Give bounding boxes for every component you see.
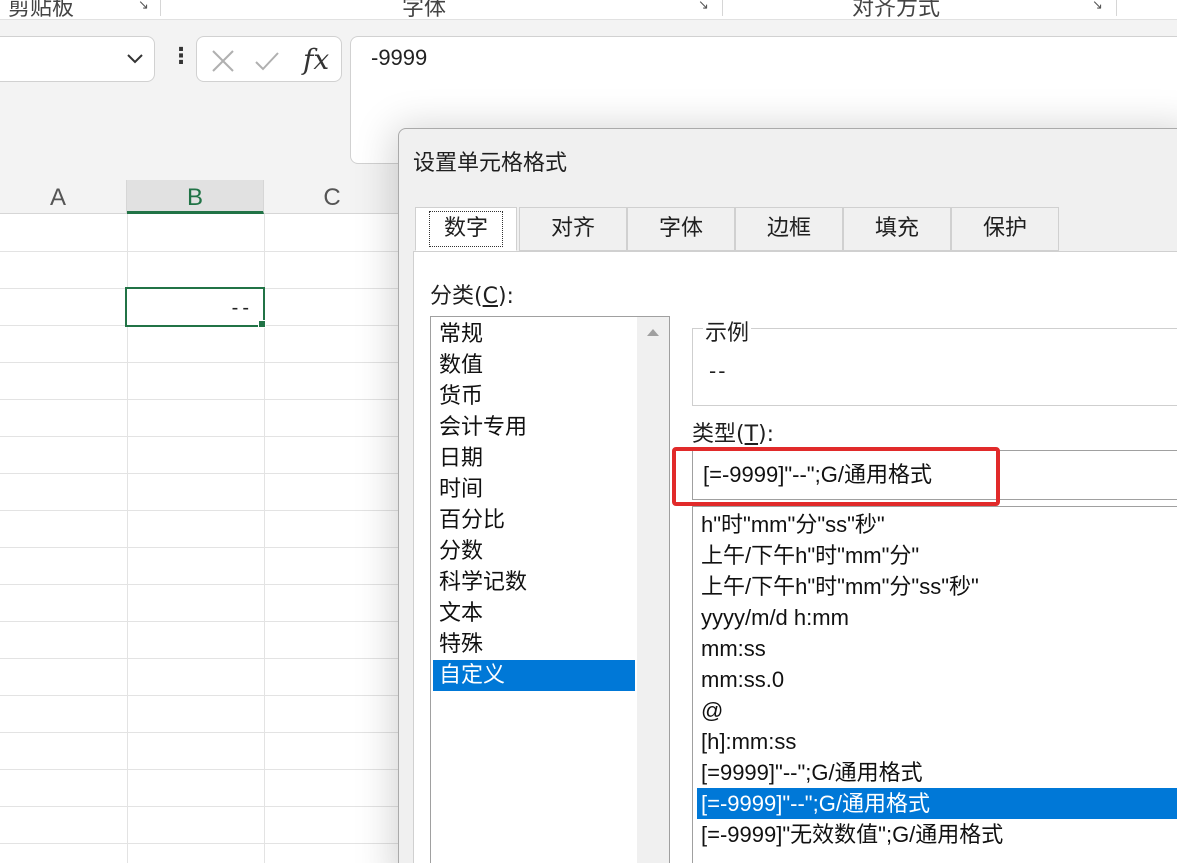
- ribbon-group-strip: 剪贴板 ↘ 字体 ↘ 对齐方式 ↘: [0, 0, 1177, 21]
- tab-font[interactable]: 字体: [627, 207, 735, 251]
- type-label: 类型(T):: [692, 422, 775, 447]
- ribbon-group-alignment-label: 对齐方式: [852, 0, 941, 21]
- scroll-up-button[interactable]: [637, 317, 669, 349]
- category-item-special[interactable]: 特殊: [433, 629, 635, 660]
- category-item-general[interactable]: 常规: [433, 319, 635, 350]
- tab-border[interactable]: 边框: [735, 207, 843, 251]
- column-header-c[interactable]: C: [264, 180, 401, 214]
- category-item-scientific[interactable]: 科学记数: [433, 567, 635, 598]
- sample-value: --: [709, 359, 728, 383]
- group-separator: [722, 0, 723, 16]
- category-label: 分类(C):: [430, 284, 514, 309]
- tab-alignment[interactable]: 对齐: [519, 207, 627, 251]
- type-format-list[interactable]: h"时"mm"分"ss"秒" 上午/下午h"时"mm"分" 上午/下午h"时"m…: [692, 506, 1177, 863]
- number-tab-panel: 分类(C): 常规 数值 货币 会计专用 日期 时间 百分比 分数 科学记数 文…: [413, 251, 1177, 863]
- type-list-item[interactable]: [=9999]"--";G/通用格式: [697, 757, 1177, 788]
- sample-label: 示例: [703, 315, 752, 347]
- clipboard-launcher-icon[interactable]: ↘: [138, 0, 154, 13]
- type-list-item[interactable]: h"时"mm"分"ss"秒": [697, 509, 1177, 540]
- group-separator: [160, 0, 161, 16]
- dialog-title: 设置单元格格式: [413, 151, 568, 176]
- column-header-b[interactable]: B: [127, 180, 264, 214]
- category-item-date[interactable]: 日期: [433, 443, 635, 474]
- insert-function-icon[interactable]: fx: [303, 43, 329, 76]
- type-list-item[interactable]: yyyy/m/d h:mm: [697, 602, 1177, 633]
- alignment-launcher-icon[interactable]: ↘: [1092, 0, 1108, 13]
- type-list-item[interactable]: 上午/下午h"时"mm"分": [697, 540, 1177, 571]
- category-item-percentage[interactable]: 百分比: [433, 505, 635, 536]
- tab-number[interactable]: 数字: [415, 207, 517, 251]
- category-item-currency[interactable]: 货币: [433, 381, 635, 412]
- tab-fill[interactable]: 填充: [843, 207, 951, 251]
- excel-window: 剪贴板 ↘ 字体 ↘ 对齐方式 ↘ ⋮ fx -9999 A B C -- 设置…: [0, 0, 1177, 863]
- font-launcher-icon[interactable]: ↘: [698, 0, 714, 13]
- category-scrollbar[interactable]: [637, 317, 669, 863]
- ribbon-group-clipboard-label: 剪贴板: [8, 0, 75, 21]
- category-item-accounting[interactable]: 会计专用: [433, 412, 635, 443]
- tab-protection[interactable]: 保护: [951, 207, 1059, 251]
- cancel-icon[interactable]: [209, 47, 237, 75]
- type-list-item[interactable]: mm:ss: [697, 633, 1177, 664]
- category-item-number[interactable]: 数值: [433, 350, 635, 381]
- category-item-custom[interactable]: 自定义: [433, 660, 635, 691]
- type-list-item[interactable]: 上午/下午h"时"mm"分"ss"秒": [697, 571, 1177, 602]
- ribbon-group-font-label: 字体: [402, 0, 447, 21]
- chevron-down-icon[interactable]: [124, 47, 146, 69]
- type-list-item[interactable]: [=-9999]"无效数值";G/通用格式: [697, 819, 1177, 850]
- scroll-up-arrow-icon: [647, 329, 659, 336]
- type-list-item[interactable]: [h]:mm:ss: [697, 726, 1177, 757]
- format-cells-dialog: 设置单元格格式 数字 对齐 字体 边框 填充 保护 分类(C): 常规 数值 货…: [398, 128, 1177, 863]
- category-item-time[interactable]: 时间: [433, 474, 635, 505]
- column-header-a[interactable]: A: [0, 180, 127, 214]
- active-cell-b[interactable]: --: [125, 287, 265, 327]
- fill-handle[interactable]: [258, 320, 266, 328]
- category-item-text[interactable]: 文本: [433, 598, 635, 629]
- type-format-input[interactable]: [=-9999]"--";G/通用格式: [692, 450, 1177, 500]
- category-item-fraction[interactable]: 分数: [433, 536, 635, 567]
- type-list-item[interactable]: mm:ss.0: [697, 664, 1177, 695]
- type-list-item[interactable]: @: [697, 695, 1177, 726]
- category-list[interactable]: 常规 数值 货币 会计专用 日期 时间 百分比 分数 科学记数 文本 特殊 自定…: [430, 316, 670, 863]
- type-list-item-selected[interactable]: [=-9999]"--";G/通用格式: [697, 788, 1177, 819]
- more-options-icon[interactable]: ⋮: [170, 46, 192, 74]
- formula-controls: fx: [196, 36, 342, 82]
- sample-group: 示例 --: [692, 315, 1177, 406]
- group-separator: [1116, 0, 1117, 16]
- confirm-check-icon[interactable]: [253, 47, 281, 75]
- name-box[interactable]: [0, 36, 155, 82]
